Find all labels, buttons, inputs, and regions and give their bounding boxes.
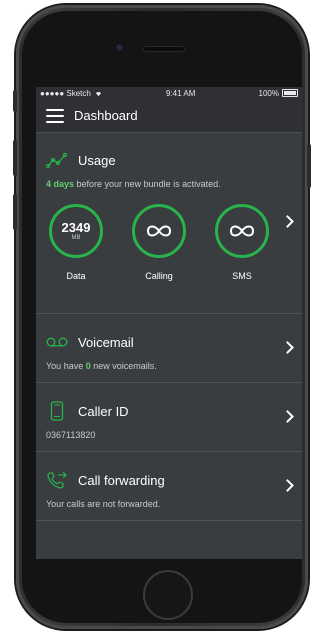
battery-percent: 100% (258, 88, 279, 98)
app-screen: ●●●●● Sketch 9:41 AM 100% Dashboard Usag… (36, 87, 302, 559)
voicemail-sub-before: You have (46, 361, 86, 371)
usage-chart-icon (46, 152, 68, 168)
mute-switch (13, 90, 17, 112)
page-title: Dashboard (74, 108, 138, 123)
voicemail-subtitle: You have 0 new voicemails. (46, 361, 292, 371)
usage-gauges: 2349 MB Data Calling SMS (46, 204, 292, 281)
call-forwarding-subtitle: Your calls are not forwarded. (46, 499, 161, 509)
infinity-icon (146, 225, 172, 237)
bundle-note-text: before your new bundle is activated. (74, 179, 221, 189)
usage-title: Usage (78, 152, 116, 168)
status-time: 9:41 AM (166, 88, 196, 98)
caller-id-number: 0367113820 (46, 430, 96, 440)
data-value: 2349 (61, 219, 91, 235)
voicemail-icon (46, 332, 68, 352)
call-forward-icon (46, 470, 68, 490)
data-ring: 2349 MB (49, 204, 103, 258)
gauge-data[interactable]: 2349 MB Data (46, 204, 106, 281)
usage-section[interactable]: Usage 4 days before your new bundle is a… (36, 133, 302, 314)
gauge-sms[interactable]: SMS (212, 204, 272, 281)
infinity-icon (229, 225, 255, 237)
volume-up-button (13, 140, 17, 176)
sms-label: SMS (232, 271, 252, 281)
voicemail-sub-after: new voicemails. (90, 361, 157, 371)
data-unit: MB (71, 234, 81, 241)
front-camera (116, 44, 123, 51)
status-bar: ●●●●● Sketch 9:41 AM 100% (36, 87, 302, 99)
call-forwarding-title: Call forwarding (78, 472, 165, 488)
calling-label: Calling (145, 271, 173, 281)
carrier-label: ●●●●● Sketch (40, 88, 91, 98)
caller-id-title: Caller ID (78, 403, 129, 419)
earpiece-speaker (144, 47, 184, 51)
gauge-calling[interactable]: Calling (129, 204, 189, 281)
phone-device-icon (46, 401, 68, 421)
sms-ring (215, 204, 269, 258)
volume-down-button (13, 194, 17, 230)
caller-id-row[interactable]: Caller ID 0367113820 (36, 383, 302, 452)
wifi-icon (95, 91, 101, 96)
power-button (307, 144, 311, 188)
data-label: Data (66, 271, 86, 281)
top-nav-bar: Dashboard (36, 99, 302, 133)
bundle-days: 4 days (46, 179, 75, 189)
voicemail-title: Voicemail (78, 334, 134, 350)
menu-icon[interactable] (46, 108, 64, 123)
call-forwarding-row[interactable]: Call forwarding Your calls are not forwa… (36, 452, 302, 521)
home-button[interactable] (143, 570, 193, 620)
voicemail-row[interactable]: Voicemail You have 0 new voicemails. (36, 314, 302, 383)
calling-ring (132, 204, 186, 258)
bundle-note: 4 days before your new bundle is activat… (46, 179, 292, 189)
battery-icon (281, 89, 298, 97)
